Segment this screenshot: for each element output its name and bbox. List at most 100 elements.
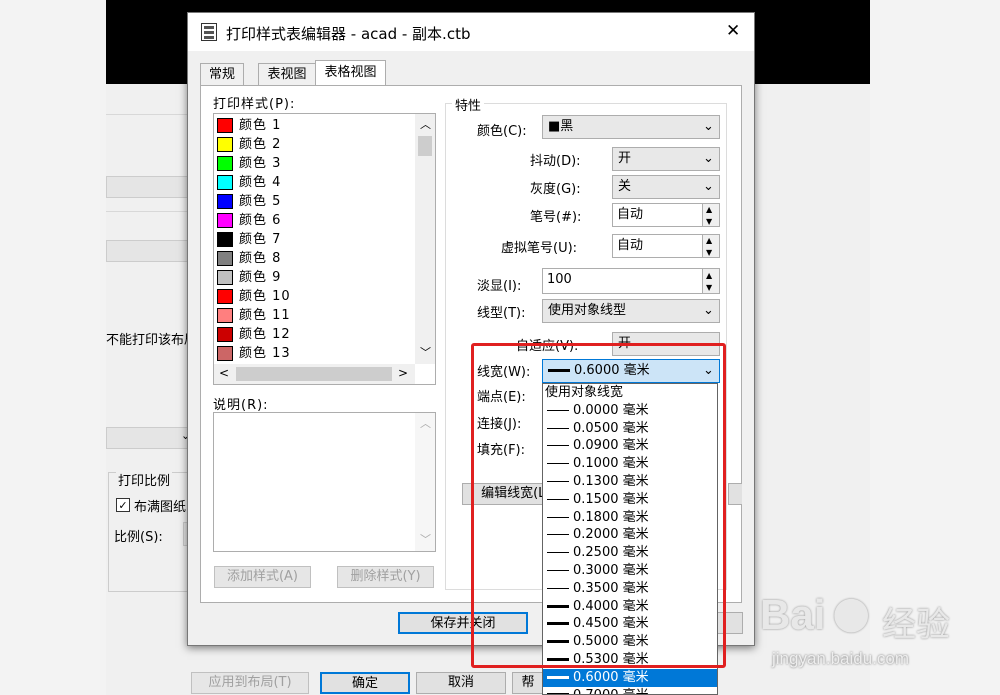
window-title: 打印样式表编辑器 - acad - 副本.ctb (226, 25, 471, 43)
linetype-value: 使用对象线型 (548, 303, 627, 318)
chevron-down-icon: ⌄ (703, 179, 714, 194)
baidu-brand-text-2: 经验 (882, 605, 950, 645)
cad-background-left (0, 0, 106, 695)
scroll-left-icon[interactable]: < (219, 366, 229, 380)
ok-button[interactable]: 确定 (320, 672, 410, 694)
style-list-item[interactable]: 颜色 6 (214, 211, 404, 230)
grayscale-value: 关 (618, 179, 632, 194)
color-value: ■黑 (548, 119, 574, 134)
color-swatch-icon (217, 175, 233, 190)
style-list-item[interactable]: 颜色 5 (214, 192, 404, 211)
chevron-down-icon: ⌄ (703, 303, 714, 318)
dither-value: 开 (618, 151, 632, 166)
help-button[interactable]: 帮 (512, 672, 544, 694)
scroll-thumb[interactable] (418, 136, 432, 156)
style-list-item[interactable]: 颜色 8 (214, 249, 404, 268)
parent-combo (106, 176, 188, 198)
properties-group-label: 特性 (452, 95, 485, 114)
style-item-label: 颜色 12 (239, 327, 291, 342)
color-swatch-icon (217, 270, 233, 285)
style-item-label: 颜色 1 (239, 118, 282, 133)
scroll-up-icon[interactable]: ︿ (420, 116, 431, 132)
scroll-thumb-h[interactable] (236, 367, 392, 381)
spinner-arrows-icon[interactable]: ▲ ▼ (702, 235, 719, 257)
scroll-down-icon[interactable]: ﹀ (420, 344, 431, 360)
style-list-item[interactable]: 颜色 7 (214, 230, 404, 249)
style-list-item[interactable]: 颜色 3 (214, 154, 404, 173)
screening-spinner[interactable]: 100 ▲ ▼ (542, 268, 720, 294)
style-list-item[interactable]: 颜色 9 (214, 268, 404, 287)
horizontal-scrollbar[interactable]: < > (214, 364, 415, 384)
color-swatch-icon (217, 213, 233, 228)
chevron-down-icon: ⌄ (703, 151, 714, 166)
style-list-item[interactable]: 颜色 10 (214, 287, 404, 306)
color-swatch-icon (217, 232, 233, 247)
spinner-arrows-icon[interactable]: ▲ ▼ (702, 269, 719, 293)
highlight-box (471, 343, 726, 668)
tab-table-view[interactable]: 表视图 (258, 63, 316, 85)
lineweight-option[interactable]: 0.7000 毫米 (543, 687, 717, 694)
description-label: 说明(R): (213, 398, 269, 413)
lineweight-option-label: 0.6000 毫米 (573, 669, 649, 685)
scale-label: 比例(S): (114, 530, 163, 545)
scroll-up-icon[interactable]: ︿ (420, 415, 431, 431)
style-list-item[interactable]: 颜色 12 (214, 325, 404, 344)
color-swatch-icon (217, 194, 233, 209)
pen-label: 笔号(#): (530, 210, 582, 225)
style-item-label: 颜色 8 (239, 251, 282, 266)
color-label: 颜色(C): (477, 124, 527, 139)
grayscale-select[interactable]: 关 ⌄ (612, 175, 720, 199)
tab-form-view[interactable]: 表格视图 (315, 60, 386, 86)
color-swatch-icon (217, 289, 233, 304)
vertical-scrollbar[interactable]: ︿ ﹀ (415, 114, 435, 364)
baidu-brand-text: Bai (760, 591, 826, 638)
style-list-item[interactable]: 颜色 13 (214, 344, 404, 363)
color-swatch-icon (217, 137, 233, 152)
virtual-pen-spinner[interactable]: 自动 ▲ ▼ (612, 234, 720, 258)
fit-paper-label: 布满图纸 (134, 500, 187, 515)
tab-general[interactable]: 常规 (200, 63, 244, 85)
delete-style-button[interactable]: 删除样式(Y) (337, 566, 434, 588)
linetype-label: 线型(T): (477, 306, 526, 321)
pen-value: 自动 (617, 207, 644, 222)
parent-combo (106, 240, 188, 262)
chevron-down-icon: ⌄ (703, 119, 714, 134)
style-item-label: 颜色 2 (239, 137, 282, 152)
screening-label: 淡显(I): (477, 279, 522, 294)
description-textarea[interactable]: ︿ ﹀ (213, 412, 436, 552)
grayscale-label: 灰度(G): (530, 182, 581, 197)
close-icon[interactable]: ✕ (726, 21, 740, 41)
spinner-arrows-icon[interactable]: ▲ ▼ (702, 204, 719, 226)
color-swatch-icon (217, 251, 233, 266)
cant-print-text: 不能打印该布局 (106, 333, 188, 348)
apply-to-layout-button[interactable]: 应用到布局(T) (191, 672, 309, 694)
save-as-button[interactable] (728, 483, 742, 505)
fit-paper-checkbox[interactable]: ✓ (116, 498, 130, 512)
print-scale-label: 打印比例 (116, 470, 173, 489)
scroll-right-icon[interactable]: > (398, 366, 408, 380)
color-swatch-icon (217, 156, 233, 171)
style-item-label: 颜色 7 (239, 232, 282, 247)
add-style-button[interactable]: 添加样式(A) (214, 566, 311, 588)
color-select[interactable]: ■黑 ⌄ (542, 115, 720, 139)
styles-list-rows: 颜色 1 颜色 2 颜色 3 颜色 4 颜色 5 颜色 6 颜色 7 颜色 8 颜色 9 颜色 1… (214, 116, 414, 364)
style-item-label: 颜色 9 (239, 270, 282, 285)
scroll-down-icon[interactable]: ﹀ (420, 531, 431, 547)
style-list-item[interactable]: 颜色 1 (214, 116, 404, 135)
app-icon (201, 23, 217, 41)
styles-list[interactable]: 颜色 1 颜色 2 颜色 3 颜色 4 颜色 5 颜色 6 颜色 7 颜色 8 颜色 9 颜色 1… (213, 113, 436, 385)
style-list-item[interactable]: 颜色 2 (214, 135, 404, 154)
parent-cancel-button[interactable]: 取消 (416, 672, 506, 694)
color-swatch-icon (217, 346, 233, 361)
lineweight-option[interactable]: 0.6000 毫米 (543, 668, 717, 687)
color-swatch-icon (217, 308, 233, 323)
linetype-select[interactable]: 使用对象线型 ⌄ (542, 299, 720, 323)
desc-scrollbar[interactable]: ︿ ﹀ (415, 413, 435, 551)
pen-spinner[interactable]: 自动 ▲ ▼ (612, 203, 720, 227)
lineweight-option-label: 0.7000 毫米 (573, 688, 649, 694)
style-list-item[interactable]: 颜色 11 (214, 306, 404, 325)
style-list-item[interactable]: 颜色 4 (214, 173, 404, 192)
style-item-label: 颜色 10 (239, 289, 291, 304)
dither-select[interactable]: 开 ⌄ (612, 147, 720, 171)
virtual-pen-value: 自动 (617, 238, 644, 253)
